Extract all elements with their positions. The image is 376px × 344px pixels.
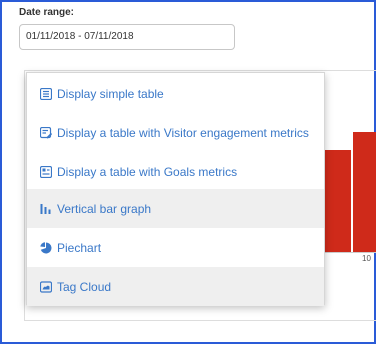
date-range-label: Date range: (19, 7, 75, 18)
table-list-icon (39, 87, 52, 100)
menu-item-label: Tag Cloud (57, 279, 112, 294)
menu-item-piechart[interactable]: Piechart (27, 228, 324, 267)
tag-cloud-icon (39, 280, 52, 293)
pie-chart-icon (39, 241, 52, 254)
panel-divider (24, 320, 376, 321)
date-range-input[interactable]: 01/11/2018 - 07/11/2018 (19, 24, 235, 50)
chart-tick-label: 10 (362, 254, 371, 263)
menu-item-tag-cloud[interactable]: Tag Cloud (27, 267, 324, 306)
chart-bar (353, 132, 376, 252)
menu-item-label: Piechart (57, 240, 102, 255)
visualization-menu: Display simple table Display a table wit… (26, 72, 325, 306)
bar-chart-icon (39, 202, 52, 215)
menu-item-simple-table[interactable]: Display simple table (27, 74, 324, 113)
app-frame: Date range: 01/11/2018 - 07/11/2018 10 D… (0, 0, 376, 344)
menu-item-label: Display a table with Visitor engagement … (57, 125, 309, 140)
menu-item-label: Display a table with Goals metrics (57, 164, 238, 179)
table-goal-icon (39, 165, 52, 178)
table-edit-icon (39, 126, 52, 139)
menu-item-vertical-bar-graph[interactable]: Vertical bar graph (27, 189, 324, 228)
menu-item-label: Display simple table (57, 86, 164, 101)
menu-item-visitor-engagement-table[interactable]: Display a table with Visitor engagement … (27, 113, 324, 152)
chart-bar (325, 150, 351, 252)
menu-item-label: Vertical bar graph (57, 201, 152, 216)
menu-item-goals-table[interactable]: Display a table with Goals metrics (27, 152, 324, 191)
